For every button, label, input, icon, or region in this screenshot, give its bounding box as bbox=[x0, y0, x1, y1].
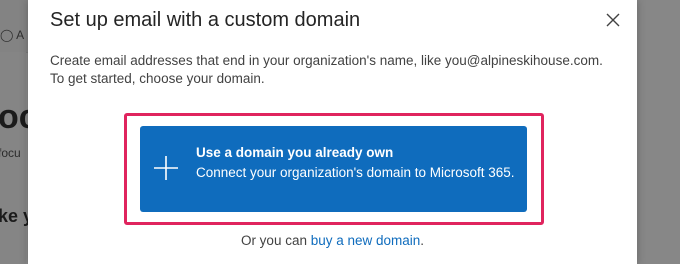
background-subtext: focu bbox=[0, 146, 21, 160]
footer-suffix: . bbox=[420, 233, 425, 248]
dialog-description: Create email addresses that end in your … bbox=[50, 53, 603, 86]
close-icon bbox=[606, 13, 620, 27]
buy-new-domain-link[interactable]: buy a new domain bbox=[311, 233, 421, 248]
background-right-panel bbox=[637, 0, 680, 264]
option-subtitle: Connect your organization's domain to Mi… bbox=[196, 165, 515, 180]
plus-icon bbox=[154, 156, 178, 180]
background-user-text: A bbox=[16, 28, 25, 42]
person-icon: ◯ bbox=[0, 28, 14, 42]
option-heading: Use a domain you already own bbox=[196, 145, 394, 160]
dialog-footer: Or you can buy a new domain. bbox=[28, 233, 637, 248]
custom-domain-dialog: Set up email with a custom domain Create… bbox=[28, 0, 637, 264]
use-existing-domain-button[interactable]: Use a domain you already own Connect you… bbox=[140, 126, 527, 212]
footer-prefix: Or you can bbox=[240, 233, 311, 248]
dialog-title: Set up email with a custom domain bbox=[50, 9, 361, 31]
close-button[interactable] bbox=[603, 10, 623, 30]
background-user-label: ◯ A bbox=[0, 28, 24, 42]
